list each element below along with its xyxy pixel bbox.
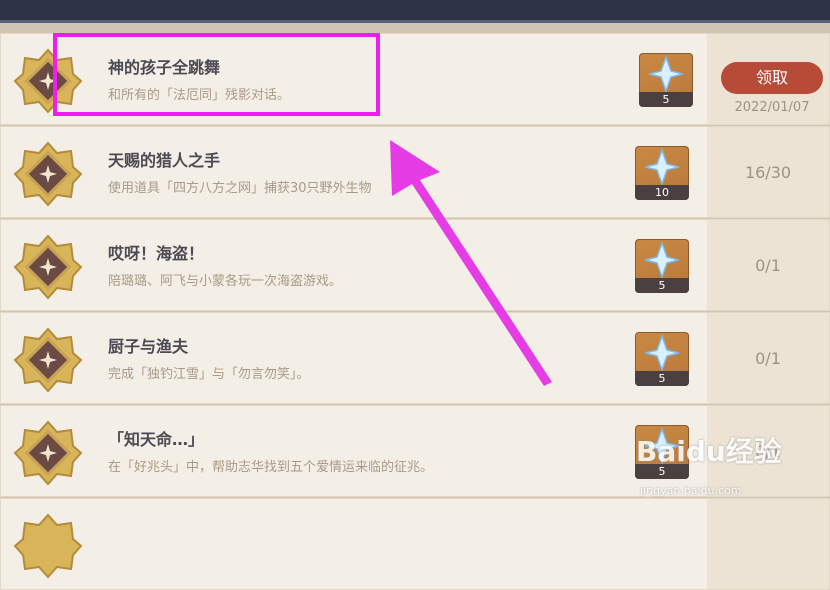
achievement-badge-icon xyxy=(13,513,83,579)
watermark-url: jingyan.baidu.com xyxy=(640,484,742,497)
watermark-logo: Baidu经验 xyxy=(636,435,782,468)
